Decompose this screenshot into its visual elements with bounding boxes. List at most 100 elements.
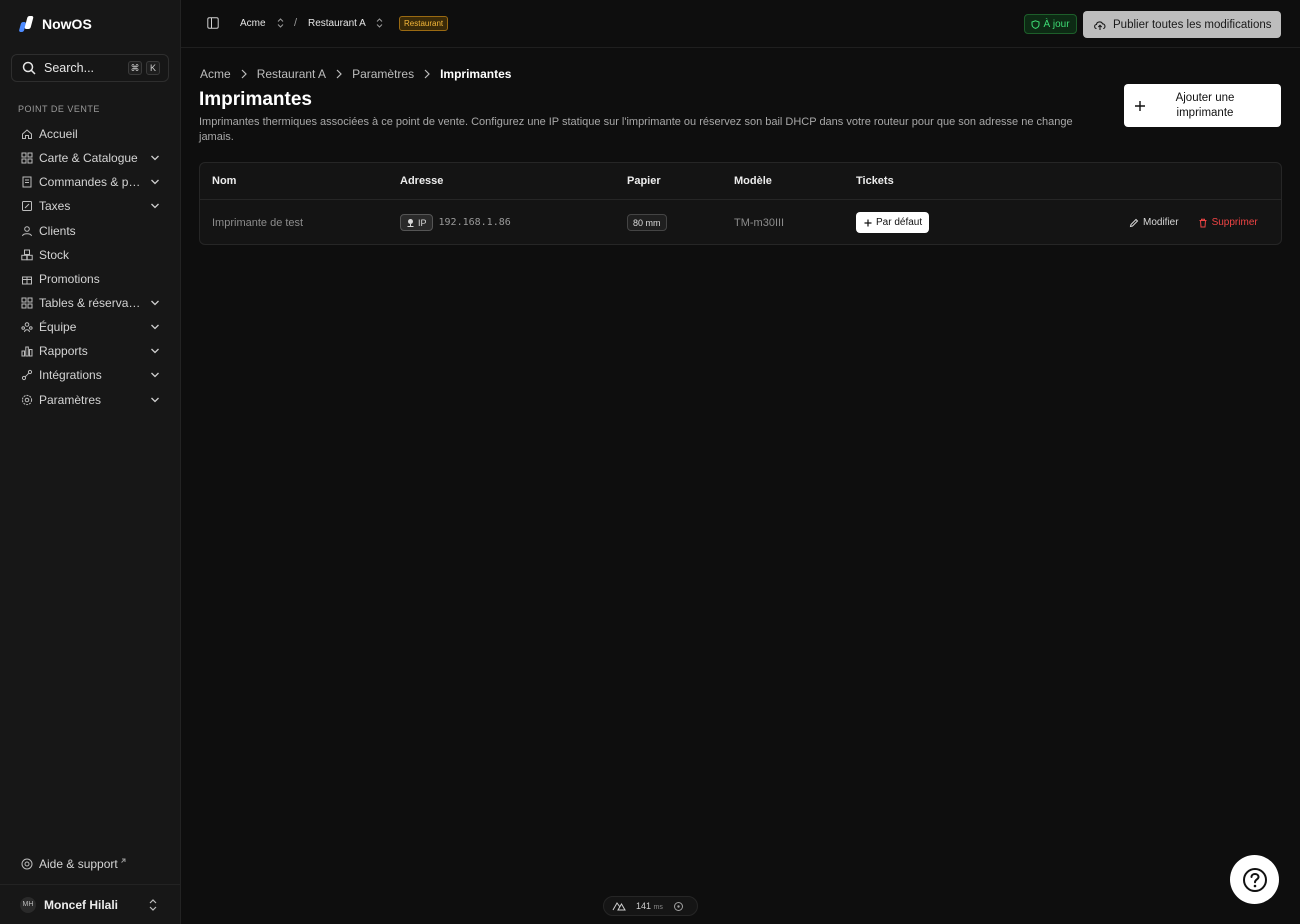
help-label: Aide & support — [39, 857, 118, 871]
sidebar-item-equipe[interactable]: Équipe — [13, 315, 168, 339]
set-default-label: Par défaut — [876, 217, 923, 228]
breadcrumb-item[interactable]: Restaurant A — [257, 67, 326, 81]
column-header-tickets: Tickets — [856, 175, 894, 187]
sidebar-item-label: Tables & réservations — [39, 296, 143, 311]
sidebar-item-integrations[interactable]: Intégrations — [13, 363, 168, 387]
topbar: Acme / Restaurant A Restaurant À jour Pu… — [181, 0, 1300, 48]
breadcrumb: Acme Restaurant A Paramètres Imprimantes — [200, 67, 511, 81]
restaurant-switcher[interactable]: Restaurant A — [308, 18, 366, 29]
perf-unit: ms — [653, 904, 663, 911]
search-icon — [22, 61, 36, 75]
plus-icon — [864, 219, 872, 226]
chevrons-up-down-icon[interactable] — [276, 17, 285, 29]
sidebar-item-taxes[interactable]: Taxes — [13, 194, 168, 218]
question-circle-icon — [1242, 867, 1267, 892]
shortcut-k-key: K — [146, 61, 160, 75]
edit-button[interactable]: Modifier — [1129, 217, 1179, 228]
search-input[interactable]: Search... ⌘ K — [11, 54, 169, 82]
sidebar-toggle-icon[interactable] — [207, 17, 219, 29]
users-icon — [21, 225, 33, 237]
grid-icon — [21, 152, 33, 164]
sidebar-item-label: Taxes — [39, 199, 71, 214]
page-title: Imprimantes — [199, 89, 312, 110]
breadcrumb-item[interactable]: Paramètres — [352, 67, 414, 81]
printer-tickets: Par défaut — [856, 200, 930, 245]
sidebar-item-label: Carte & Catalogue — [39, 151, 138, 166]
help-support-link[interactable]: Aide & support — [21, 857, 126, 871]
sidebar-item-carte[interactable]: Carte & Catalogue — [13, 146, 168, 170]
edit-label: Modifier — [1143, 217, 1179, 228]
crosshair-icon[interactable] — [673, 901, 684, 912]
column-header-model: Modèle — [734, 175, 772, 187]
chevron-down-icon — [151, 179, 159, 185]
add-printer-label: Ajouter une imprimante — [1175, 91, 1235, 119]
publish-all-button[interactable]: Publier toutes les modifications — [1083, 11, 1281, 38]
printer-model: TM-m30III — [734, 216, 785, 229]
sidebar-item-stock[interactable]: Stock — [13, 243, 168, 267]
user-name: Moncef Hilali — [44, 897, 119, 912]
user-menu[interactable]: MH Moncef Hilali — [0, 884, 180, 924]
perf-ms-value: 141 — [636, 901, 652, 911]
chevron-down-icon — [151, 324, 159, 330]
sidebar-item-label: Stock — [39, 247, 70, 262]
breadcrumb-current: Imprimantes — [440, 67, 512, 81]
section-label: POINT DE VENTE — [18, 104, 100, 114]
bar-chart-icon — [21, 345, 33, 357]
network-icon — [407, 219, 414, 227]
brand[interactable]: NowOS — [18, 15, 92, 33]
sidebar-item-promotions[interactable]: Promotions — [13, 267, 168, 291]
receipt-icon — [21, 176, 33, 188]
column-header-paper: Papier — [627, 175, 661, 187]
team-icon — [21, 321, 33, 333]
sidebar-nav: Accueil Carte & Catalogue Commandes & pa… — [13, 122, 168, 412]
trash-icon — [1199, 218, 1207, 227]
table-header: Nom Adresse Papier Modèle Tickets — [200, 163, 1281, 200]
sync-status-label: À jour — [1043, 18, 1070, 30]
breadcrumb-item[interactable]: Acme — [200, 67, 231, 81]
chevron-down-icon — [151, 300, 159, 306]
delete-button[interactable]: Supprimer — [1198, 217, 1258, 228]
plug-icon — [21, 369, 33, 381]
chevron-down-icon — [151, 372, 159, 378]
sidebar-item-label: Paramètres — [39, 392, 102, 407]
printer-address: IP 192.168.1.86 — [400, 200, 511, 245]
page-description: Imprimantes thermiques associées à ce po… — [199, 116, 1073, 143]
sidebar-item-label: Intégrations — [39, 368, 102, 383]
row-actions: Modifier Supprimer — [1129, 200, 1258, 245]
perf-indicator[interactable]: 141 ms — [603, 896, 698, 916]
nowos-logo-icon — [18, 16, 34, 32]
sidebar-item-label: Rapports — [39, 344, 88, 359]
sidebar: NowOS Search... ⌘ K POINT DE VENTE Accue… — [0, 0, 181, 924]
chevron-right-icon — [336, 69, 342, 79]
shield-check-icon — [1031, 19, 1040, 29]
chevron-down-icon — [151, 203, 159, 209]
column-header-name: Nom — [212, 175, 237, 187]
chevrons-up-down-icon[interactable] — [375, 17, 384, 29]
avatar: MH — [20, 896, 36, 913]
cloud-upload-icon — [1094, 20, 1106, 30]
sidebar-item-tables[interactable]: Tables & réservations — [13, 291, 168, 315]
address-type: IP — [418, 217, 427, 228]
sidebar-item-parametres[interactable]: Paramètres — [13, 388, 168, 412]
set-default-button[interactable]: Par défaut — [856, 212, 930, 233]
sidebar-item-label: Commandes & paiements — [39, 175, 143, 190]
printers-table: Nom Adresse Papier Modèle Tickets Imprim… — [199, 162, 1282, 245]
boxes-icon — [21, 249, 33, 261]
delete-label: Supprimer — [1211, 217, 1258, 228]
org-switcher[interactable]: Acme — [240, 18, 266, 29]
add-printer-button[interactable]: Ajouter une imprimante — [1124, 84, 1281, 127]
ip-address: 192.168.1.86 — [438, 217, 511, 228]
sidebar-item-clients[interactable]: Clients — [13, 219, 168, 243]
sidebar-item-accueil[interactable]: Accueil — [13, 122, 168, 146]
chevron-down-icon — [151, 348, 159, 354]
chevron-down-icon — [151, 155, 159, 161]
publish-label: Publier toutes les modifications — [1113, 18, 1272, 31]
help-fab-button[interactable] — [1230, 855, 1279, 904]
external-link-icon — [120, 858, 126, 863]
chevron-right-icon — [241, 69, 247, 79]
chevron-down-icon — [151, 397, 159, 402]
printer-name: Imprimante de test — [212, 216, 304, 229]
plus-icon — [1135, 100, 1145, 111]
sidebar-item-commandes[interactable]: Commandes & paiements — [13, 170, 168, 194]
sidebar-item-rapports[interactable]: Rapports — [13, 339, 168, 363]
